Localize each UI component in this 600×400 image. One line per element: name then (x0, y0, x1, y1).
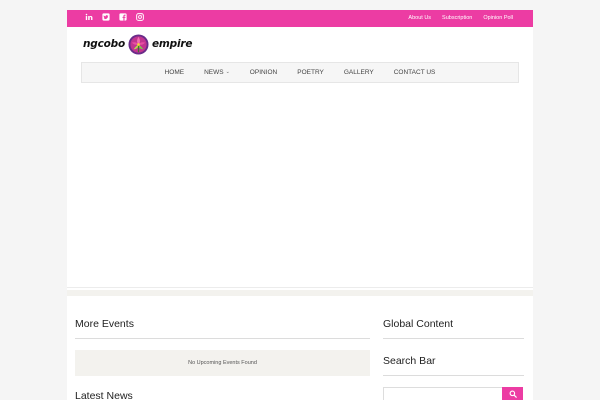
logo-word-right: empire (151, 38, 193, 50)
no-events-text: No Upcoming Events Found (188, 360, 257, 366)
linkedin-icon[interactable] (85, 13, 93, 21)
chevron-down-icon: ⌄ (225, 69, 230, 75)
search-button[interactable] (502, 387, 523, 400)
nav-poetry-label: POETRY (297, 68, 324, 76)
subscription-link[interactable]: Subscription (442, 14, 472, 23)
section-divider-band (67, 290, 533, 296)
twitter-icon[interactable] (102, 13, 110, 21)
nav-opinion-label: OPINION (249, 68, 278, 76)
search-input[interactable] (383, 387, 503, 400)
page: About Us Subscription Opinion Poll ngcob… (67, 10, 533, 400)
nav-contact-us-label: CONTACT US (393, 68, 436, 76)
search-bar-rule (383, 375, 524, 376)
social-links (85, 13, 144, 21)
top-bar: About Us Subscription Opinion Poll (67, 10, 533, 27)
site-logo[interactable]: ngcobo empire (83, 33, 192, 55)
nav-gallery-label: GALLERY (343, 68, 374, 76)
more-events-title: More Events (75, 318, 134, 330)
nav-poetry[interactable]: POETRY (287, 63, 334, 83)
banner-area (67, 85, 533, 288)
nav-opinion[interactable]: OPINION (240, 63, 287, 83)
global-content-rule (383, 338, 524, 339)
global-content-title: Global Content (383, 318, 454, 330)
facebook-icon[interactable] (119, 13, 127, 21)
nav-home[interactable]: HOME (155, 63, 195, 83)
about-us-link[interactable]: About Us (408, 14, 431, 23)
nav-news[interactable]: NEWS ⌄ (194, 63, 240, 83)
top-links: About Us Subscription Opinion Poll (408, 14, 513, 23)
search-icon (509, 390, 517, 398)
opinion-poll-link[interactable]: Opinion Poll (483, 14, 513, 23)
flower-logo-icon (128, 33, 149, 55)
logo-word-left: ngcobo (83, 38, 125, 50)
more-events-rule (75, 338, 370, 339)
nav-contact-us[interactable]: CONTACT US (384, 63, 446, 83)
nav-news-label: NEWS (204, 68, 224, 76)
nav-gallery[interactable]: GALLERY (334, 63, 384, 83)
latest-news-title: Latest News (75, 390, 133, 400)
main-navigation: HOME NEWS ⌄ OPINION POETRY GALLERY CONTAC… (81, 62, 519, 83)
nav-home-label: HOME (164, 68, 185, 76)
events-empty-box: No Upcoming Events Found (75, 350, 370, 376)
search-bar-title: Search Bar (383, 355, 436, 367)
instagram-icon[interactable] (136, 13, 144, 21)
